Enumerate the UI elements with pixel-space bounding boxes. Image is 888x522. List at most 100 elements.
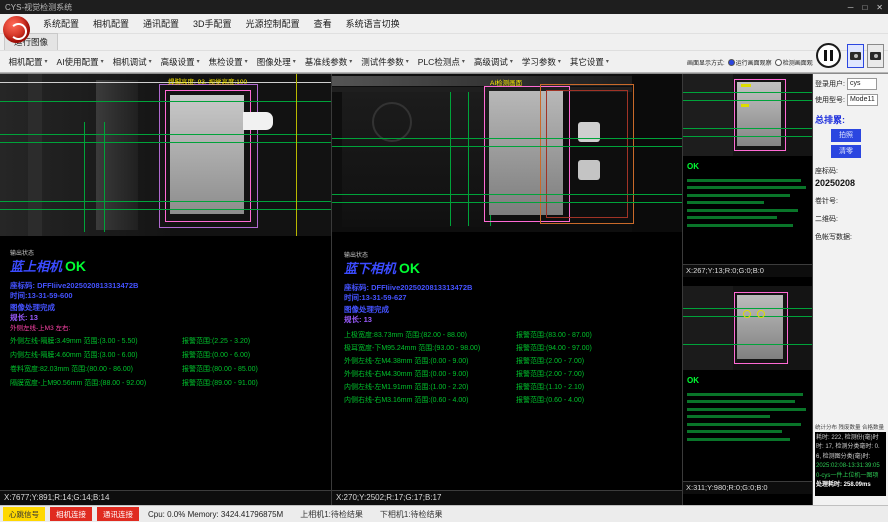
pause-icon <box>824 50 827 61</box>
mini-text-line <box>687 400 795 403</box>
close-button[interactable]: ✕ <box>876 3 883 12</box>
measurement-row: 卷料宽度:82.03mm 范围:(80.00 - 86.00)报警范围:(80.… <box>10 364 329 378</box>
machine-structure <box>0 74 170 236</box>
measure-line <box>683 136 812 137</box>
cpu-memory-text: Cpu: 0.0% Memory: 3424.41796875M <box>148 510 283 519</box>
ok-status: OK <box>399 260 420 276</box>
tool-advanced-settings[interactable]: 高级设置▾ <box>156 56 204 68</box>
app-window: CYS-视觉检测系统 ─ □ ✕ 系统配置 相机配置 通讯配置 3D手配置 光源… <box>0 0 888 522</box>
measurement-row: 外侧右线-右M4.30mm 范围:(0.00 - 9.00)报警范围:(2.00… <box>344 369 680 382</box>
camera-result-title: 蓝上相机OK <box>10 256 86 275</box>
mini-text-line <box>687 194 790 197</box>
camera-icon <box>850 52 861 60</box>
chevron-down-icon: ▾ <box>510 58 513 65</box>
login-user-row: 登录用户: cys <box>815 78 886 90</box>
menu-comm-config[interactable]: 通讯配置 <box>136 17 186 30</box>
thumbnail-column: OK X:267;Y:13;R:0;G:0;B:0 <box>683 74 813 505</box>
tool-camera-config[interactable]: 相机配置▾ <box>4 56 52 68</box>
yellow-marker <box>743 310 751 318</box>
battery-cell <box>170 95 244 214</box>
tool-ai-config[interactable]: AI使用配置▾ <box>52 56 108 68</box>
menu-view[interactable]: 查看 <box>307 17 339 30</box>
measurement-list: 外侧左线-隔膜:3.49mm 范围:(3.00 - 5.50)报警范围:(2.2… <box>10 336 329 392</box>
measure-line <box>0 209 331 210</box>
status-bar: 心跳信号 相机连接 通讯连接 Cpu: 0.0% Memory: 3424.41… <box>0 505 888 522</box>
measurement-row: 外侧左线-左M4.38mm 范围:(0.00 - 9.00)报警范围:(2.00… <box>344 356 680 369</box>
write-data-label: 色帐写数据: <box>815 232 886 242</box>
pink-note-line: 外侧左线-上M3 左右: <box>10 322 70 332</box>
machine-structure <box>683 74 733 156</box>
mini-text-line <box>687 186 806 189</box>
radio-dot-icon <box>728 59 735 66</box>
thumbnail-camera-view-1[interactable] <box>683 74 812 156</box>
measure-line <box>683 344 812 345</box>
chevron-down-icon: ▾ <box>101 58 104 65</box>
radio-run-view[interactable]: 运行画面观察 <box>728 58 772 67</box>
stats-box: 耗时: 222, 检测份(毫)时 时: 17, 检测分类毫时: 0. 6, 检测… <box>815 432 886 496</box>
menu-system-config[interactable]: 系统配置 <box>36 17 86 30</box>
chevron-down-icon: ▾ <box>149 58 152 65</box>
overlay-ai-label: AI检测画面 <box>490 77 522 87</box>
machine-roller <box>372 102 412 142</box>
comm-connection-badge: 通讯连接 <box>97 507 139 521</box>
reset-button[interactable]: 清零 <box>831 145 861 158</box>
measure-line <box>332 194 682 195</box>
pixel-coordinates-bar: X:270;Y:2502;R:17;G:17;B:17 <box>332 490 682 505</box>
capture-button[interactable]: 拍照 <box>831 129 861 142</box>
measure-line-vertical <box>468 92 469 226</box>
camera-icon <box>870 52 881 60</box>
measure-line-vertical <box>450 92 451 226</box>
measure-line-vertical <box>84 122 85 232</box>
mini-text-line <box>687 224 793 227</box>
tab-row: 运行图像 <box>0 34 888 50</box>
login-user-select[interactable]: cys <box>847 78 877 90</box>
camera-view-button-2[interactable] <box>867 44 884 68</box>
menu-3d-config[interactable]: 3D手配置 <box>186 17 239 30</box>
mini-text-line <box>687 438 790 441</box>
chevron-down-icon: ▾ <box>245 58 248 65</box>
tool-learning-params[interactable]: 学习参数▾ <box>517 56 565 68</box>
model-row: 使用型号: Mode11 <box>815 94 886 106</box>
upper-camera-result: 上相机1:待检结果 <box>300 509 363 520</box>
measure-line <box>683 308 812 309</box>
pixel-coordinates-bar: X:267;Y:13;R:0;G:0;B:0 <box>683 264 812 277</box>
tool-image-processing[interactable]: 图像处理▾ <box>252 56 300 68</box>
stats-line: 6, 检测图分类(毫)时: <box>816 453 885 462</box>
yellow-marker <box>741 84 751 87</box>
pause-button[interactable] <box>816 43 841 68</box>
radio-detect-view[interactable]: 检测画面观察 <box>775 58 813 67</box>
tool-focus-settings[interactable]: 焦检设置▾ <box>204 56 252 68</box>
tool-camera-debug[interactable]: 相机调试▾ <box>108 56 156 68</box>
maximize-button[interactable]: □ <box>862 3 867 12</box>
chevron-down-icon: ▾ <box>45 58 48 65</box>
lower-camera-result: 下相机1:待检结果 <box>380 509 443 520</box>
menu-camera-config[interactable]: 相机配置 <box>86 17 136 30</box>
tool-plc-points[interactable]: PLC检测点▾ <box>413 56 469 68</box>
thumbnail-result-text-1: OK <box>683 156 812 264</box>
tool-testpiece-params[interactable]: 测试件参数▾ <box>357 56 414 68</box>
radio-dot-icon <box>775 59 782 66</box>
camera-view-button-1[interactable] <box>847 44 864 68</box>
pixel-coordinates-bar: X:311;Y:980;R:0;G:0;B:0 <box>683 481 812 494</box>
chevron-down-icon: ▾ <box>558 58 561 65</box>
chevron-down-icon: ▾ <box>349 58 352 65</box>
tool-advanced-debug[interactable]: 高级调试▾ <box>469 56 517 68</box>
window-title: CYS-视觉检测系统 <box>5 2 72 13</box>
stats-line: 时: 17, 检测分类毫时: 0. <box>816 443 885 452</box>
mini-text-line <box>687 216 777 219</box>
menu-language[interactable]: 系统语言切换 <box>339 17 407 30</box>
menu-light-config[interactable]: 光源控制配置 <box>239 17 307 30</box>
left-camera-view[interactable]: 焊脚高度: 93. 视觉高度:100 <box>0 74 331 236</box>
ok-status: OK <box>687 376 699 385</box>
mini-text-line <box>687 393 803 396</box>
model-label: 使用型号: <box>815 95 845 105</box>
model-select[interactable]: Mode11 <box>847 94 878 106</box>
tool-other-settings[interactable]: 其它设置▾ <box>565 56 613 68</box>
barcode-label: 座标码: <box>815 166 886 176</box>
thumbnail-camera-view-2[interactable] <box>683 286 812 370</box>
minimize-button[interactable]: ─ <box>848 3 854 12</box>
tool-baseline-params[interactable]: 基准线参数▾ <box>300 56 357 68</box>
mini-text-line <box>687 430 782 433</box>
camera-result-title: 蓝下相机OK <box>344 258 420 277</box>
right-camera-view[interactable]: AI检测画面 <box>332 74 682 232</box>
